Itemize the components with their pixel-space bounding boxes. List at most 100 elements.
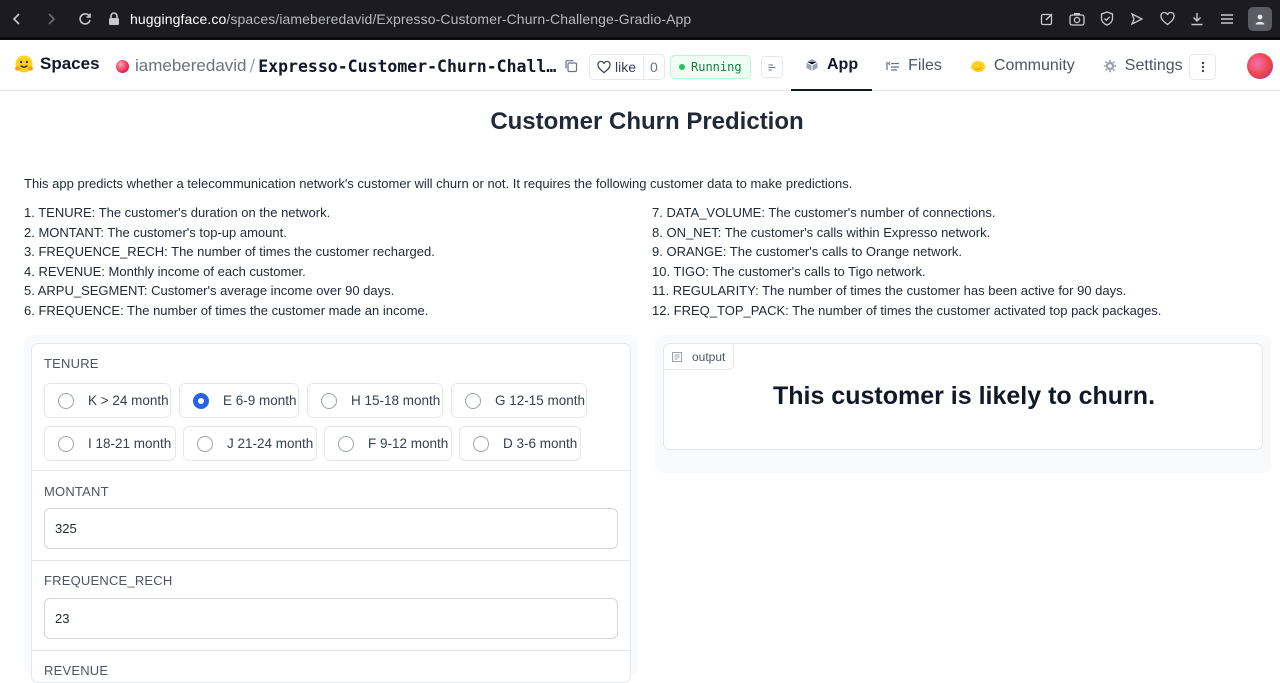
- repo-name-link[interactable]: Expresso-Customer-Churn-Challenge-Gradio…: [258, 57, 560, 76]
- radio-circle: [465, 392, 481, 409]
- tenure-option[interactable]: D 3-6 month: [459, 426, 581, 461]
- space-tabs: App Files Community Settings: [791, 40, 1197, 91]
- app-description: This app predicts whether a telecommunic…: [24, 176, 853, 191]
- tenure-option[interactable]: G 12-15 month: [451, 383, 587, 418]
- tab-settings[interactable]: Settings: [1089, 40, 1197, 91]
- radio-circle: [321, 392, 337, 409]
- tab-app-label: App: [827, 55, 859, 73]
- feature-item: 2. MONTANT: The customer's top-up amount…: [24, 224, 287, 240]
- tenure-option[interactable]: I 18-21 month: [44, 426, 176, 461]
- output-label: output: [664, 344, 735, 370]
- textbox-icon: [672, 351, 682, 362]
- tab-files-label: Files: [908, 56, 942, 74]
- montant-label: MONTANT: [44, 484, 109, 499]
- radio-circle: [473, 435, 489, 452]
- radio-label: E 6-9 month: [223, 393, 297, 408]
- feature-item: 9. ORANGE: The customer's calls to Orang…: [652, 244, 963, 260]
- tab-community-label: Community: [993, 56, 1075, 74]
- like-label: like: [615, 59, 637, 75]
- tenure-option[interactable]: F 9-12 month: [324, 426, 452, 461]
- radio-label: F 9-12 month: [368, 436, 449, 451]
- more-options-button[interactable]: [1189, 54, 1216, 80]
- lock-icon: [109, 11, 119, 25]
- hf-logo[interactable]: Spaces: [14, 54, 100, 74]
- url-path: /spaces/iameberedavid/Expresso-Customer-…: [226, 10, 692, 27]
- back-icon[interactable]: [0, 0, 34, 37]
- owner-link[interactable]: iameberedavid: [135, 56, 247, 76]
- logs-button[interactable]: [761, 56, 783, 78]
- radio-circle: [197, 435, 213, 452]
- tab-settings-label: Settings: [1124, 56, 1183, 74]
- tenure-option[interactable]: H 15-18 month: [307, 383, 443, 418]
- download-icon[interactable]: [1182, 0, 1212, 37]
- frequence-rech-block: FREQUENCE_RECH 23: [32, 561, 630, 651]
- radio-label: I 18-21 month: [88, 436, 172, 451]
- heart-icon[interactable]: [1152, 0, 1182, 37]
- tab-files[interactable]: Files: [872, 40, 956, 91]
- send-icon[interactable]: [1122, 0, 1152, 37]
- breadcrumb-separator: /: [249, 56, 256, 76]
- tenure-block: TENURE K > 24 month E 6-9 month H 15-18 …: [32, 344, 630, 471]
- feature-item: 4. REVENUE: Monthly income of each custo…: [24, 263, 306, 279]
- spaces-link[interactable]: Spaces: [40, 54, 100, 74]
- hugging-face-logo-icon: [14, 55, 34, 73]
- feature-item: 5. ARPU_SEGMENT: Customer's average inco…: [24, 283, 395, 299]
- camera-icon[interactable]: [1062, 0, 1092, 37]
- radio-label: J 21-24 month: [227, 436, 314, 451]
- radio-circle: [338, 435, 354, 452]
- url-host: huggingface.co: [130, 10, 227, 27]
- feature-item: 10. TIGO: The customer's calls to Tigo n…: [652, 263, 926, 279]
- tab-app[interactable]: App: [791, 40, 873, 91]
- address-bar[interactable]: huggingface.co/spaces/iameberedavid/Expr…: [108, 0, 691, 37]
- radio-label: H 15-18 month: [351, 393, 441, 408]
- like-button[interactable]: like 0: [589, 54, 665, 80]
- prediction-result: This customer is likely to churn.: [772, 382, 1156, 410]
- radio-circle: [58, 392, 74, 409]
- tenure-option[interactable]: J 21-24 month: [183, 426, 317, 461]
- status-text: Running: [691, 60, 742, 74]
- shield-icon[interactable]: [1092, 0, 1122, 37]
- montant-input[interactable]: 325: [44, 508, 618, 549]
- tenure-option[interactable]: K > 24 month: [44, 383, 171, 418]
- tab-community[interactable]: Community: [956, 40, 1089, 91]
- radio-label: K > 24 month: [88, 393, 169, 408]
- heart-outline-icon: [597, 60, 611, 73]
- reload-icon[interactable]: [68, 0, 102, 37]
- user-avatar[interactable]: [1247, 53, 1273, 79]
- montant-block: MONTANT 325: [32, 471, 630, 561]
- revenue-label: REVENUE: [44, 663, 109, 678]
- radio-label: G 12-15 month: [495, 393, 586, 408]
- frequence-rech-label: FREQUENCE_RECH: [44, 573, 173, 588]
- feature-item: 11. REGULARITY: The number of times the …: [652, 283, 1127, 299]
- output-box: output This customer is likely to churn.: [663, 343, 1263, 450]
- feature-list-left: 1. TENURE: The customer's duration on th…: [24, 203, 435, 321]
- files-icon: [886, 61, 900, 71]
- logs-icon: [768, 64, 776, 71]
- feature-item: 12. FREQ_TOP_PACK: The number of times t…: [652, 302, 1162, 318]
- feature-list-right: 7. DATA_VOLUME: The customer's number of…: [652, 203, 1161, 321]
- community-hand-icon: [970, 60, 985, 72]
- frequence-rech-input[interactable]: 23: [44, 598, 618, 639]
- page-title: Customer Churn Prediction: [490, 108, 804, 135]
- kebab-icon: [1201, 61, 1204, 73]
- url-text: huggingface.co/spaces/iameberedavid/Expr…: [130, 11, 691, 27]
- feature-item: 3. FREQUENCE_RECH: The number of times t…: [24, 244, 435, 260]
- menu-icon[interactable]: [1212, 0, 1242, 37]
- radio-circle-selected: [193, 392, 209, 409]
- feature-item: 1. TENURE: The customer's duration on th…: [24, 205, 331, 220]
- tenure-option-selected[interactable]: E 6-9 month: [179, 383, 299, 418]
- copy-icon[interactable]: [564, 58, 578, 73]
- feature-item: 7. DATA_VOLUME: The customer's number of…: [652, 205, 996, 220]
- status-dot: [679, 64, 685, 70]
- status-badge: Running: [670, 55, 751, 79]
- output-label-text: output: [692, 349, 726, 364]
- tenure-label: TENURE: [44, 356, 99, 371]
- gear-icon: [1103, 59, 1116, 72]
- edit-icon[interactable]: [1032, 0, 1062, 37]
- profile-icon[interactable]: [1248, 6, 1272, 31]
- forward-icon[interactable]: [34, 0, 68, 37]
- radio-circle: [58, 435, 74, 452]
- feature-item: 6. FREQUENCE: The number of times the cu…: [24, 302, 429, 318]
- owner-avatar: [116, 59, 129, 73]
- repo-breadcrumb: iameberedavid / Expresso-Customer-Churn-…: [116, 53, 560, 79]
